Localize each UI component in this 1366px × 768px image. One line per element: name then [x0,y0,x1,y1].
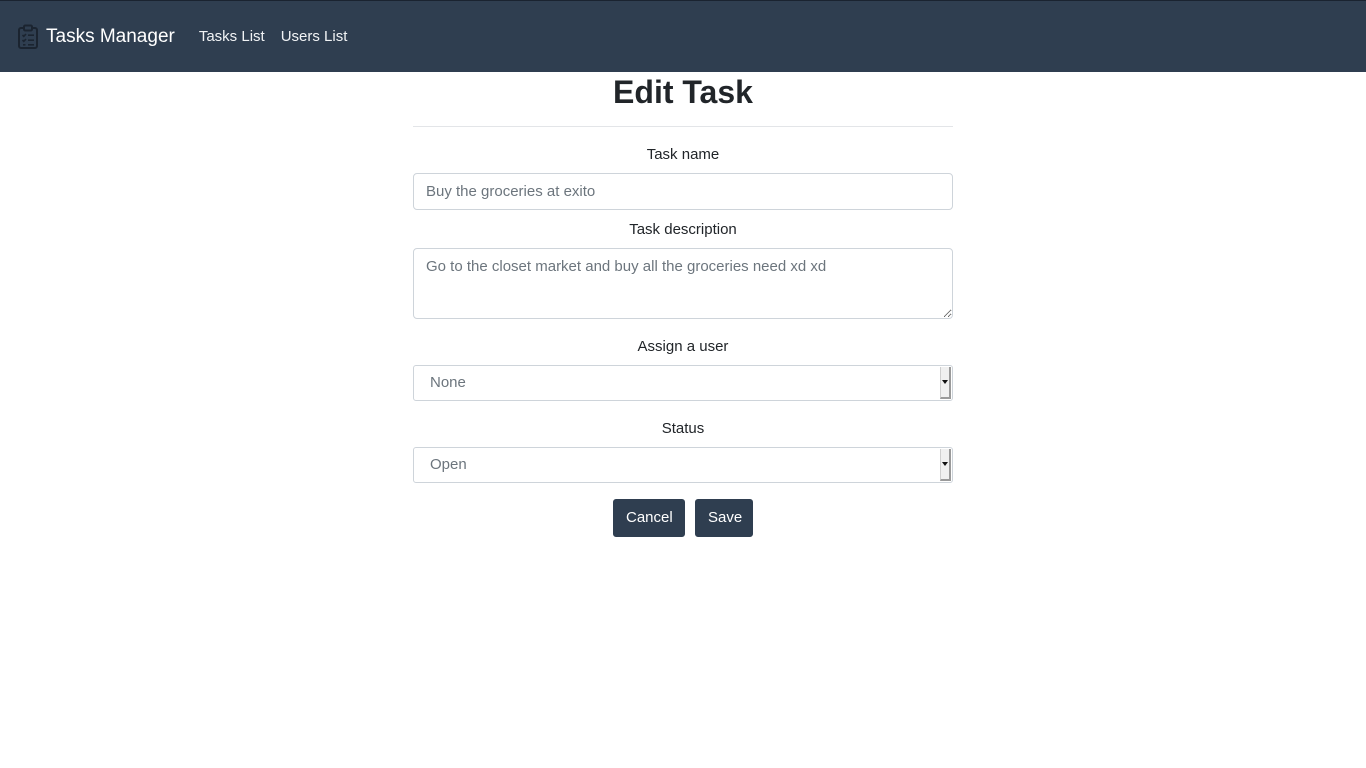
brand-title: Tasks Manager [46,25,175,47]
save-button[interactable]: Save [695,499,753,537]
task-name-input[interactable] [413,173,953,210]
form-actions: Cancel Save [413,499,953,537]
task-description-textarea[interactable]: Go to the closet market and buy all the … [413,248,953,319]
assign-user-select[interactable]: None [413,365,953,401]
assign-user-label: Assign a user [637,338,729,355]
chevron-down-icon[interactable] [940,367,951,399]
status-select[interactable]: Open [413,447,953,483]
clipboard-list-icon [16,24,40,50]
nav-link-users-list[interactable]: Users List [281,28,348,45]
page-title: Edit Task [613,74,753,110]
edit-task-form: Edit Task Task name Task description Go … [413,72,953,537]
nav-link-tasks-list[interactable]: Tasks List [199,28,265,45]
assign-user-selected-value: None [430,374,466,391]
cancel-button[interactable]: Cancel [613,499,685,537]
top-navbar: Tasks Manager Tasks List Users List [0,0,1366,72]
brand-link[interactable]: Tasks Manager [16,24,175,50]
status-label: Status [661,420,705,437]
task-description-label: Task description [629,221,737,238]
title-divider [413,126,953,127]
chevron-down-icon[interactable] [940,449,951,481]
status-selected-value: Open [430,456,467,473]
task-name-label: Task name [646,146,720,163]
